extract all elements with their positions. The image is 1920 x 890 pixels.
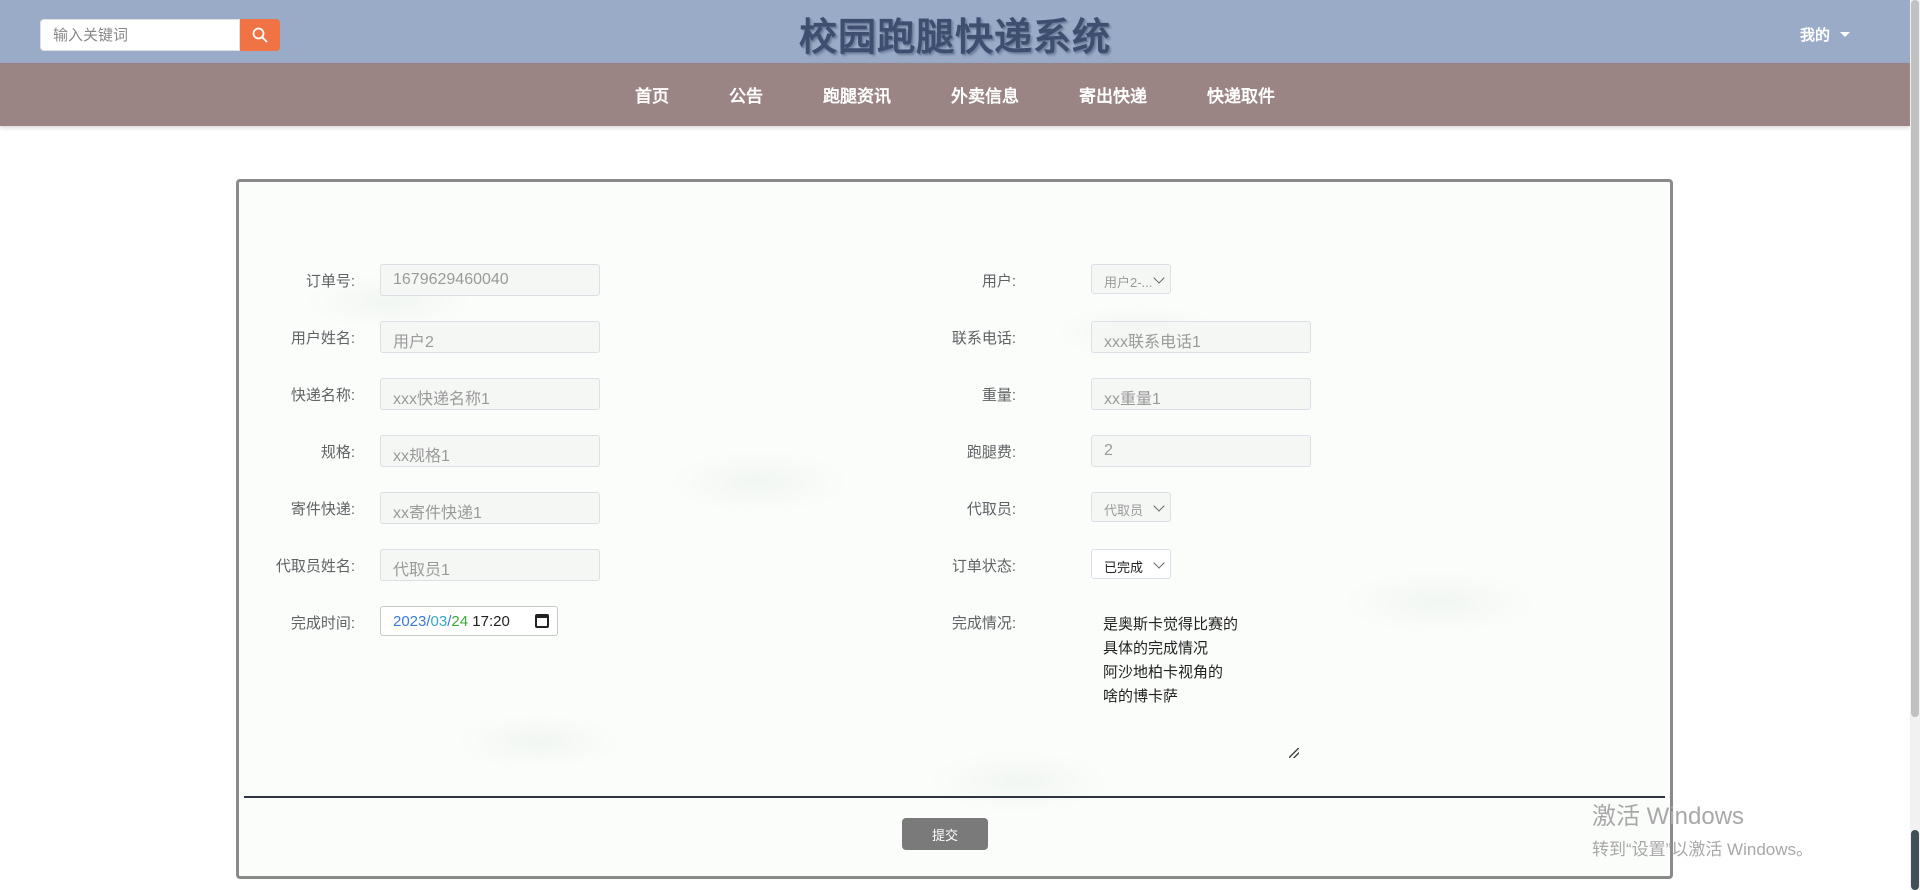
- page-scrollbar[interactable]: [1910, 0, 1920, 890]
- phone-field: 联系电话: xxx联系电话1: [939, 321, 1539, 353]
- send-express-input[interactable]: xx寄件快递1: [380, 492, 600, 524]
- finish-time-input[interactable]: 2023/03/24 17:20: [380, 606, 558, 636]
- watermark-title: 激活 Windows: [1592, 803, 1745, 830]
- finish-desc-line: 啥的博卡萨: [1103, 688, 1179, 705]
- calendar-icon[interactable]: [535, 614, 549, 628]
- chevron-down-icon: [1153, 272, 1165, 284]
- order-form-panel: 订单号: 1679629460040 用户姓名: 用户2 快递名称: xxx快递…: [236, 179, 1673, 879]
- finish-time-clock: 17:20: [472, 613, 510, 630]
- fee-field: 跑腿费: 2: [939, 435, 1539, 467]
- user-menu[interactable]: 我的: [1800, 24, 1850, 45]
- user-menu-label: 我的: [1799, 27, 1830, 44]
- nav-item-pickup-express[interactable]: 快递取件: [1207, 82, 1275, 107]
- courier-select-value: 代取员: [1104, 503, 1144, 518]
- scrollbar-thumb-lower[interactable]: [1911, 830, 1919, 890]
- courier-select[interactable]: 代取员: [1091, 492, 1171, 522]
- finish-desc-textarea[interactable]: 是奥斯卡觉得比赛的 具体的完成情况 阿沙地柏卡视角的 啥的博卡萨: [1091, 606, 1301, 760]
- scrollbar-thumb[interactable]: [1911, 0, 1919, 717]
- windows-activation-watermark: 激活 Windows 转到“设置”以激活 Windows。: [1592, 796, 1813, 860]
- nav-item-takeout[interactable]: 外卖信息: [951, 82, 1019, 107]
- submit-button[interactable]: 提交: [902, 818, 988, 850]
- finish-desc-label: 完成情况:: [951, 615, 1016, 632]
- send-express-label: 寄件快递:: [290, 501, 355, 518]
- user-select[interactable]: 用户2-...: [1091, 264, 1171, 294]
- order-status-label: 订单状态:: [951, 558, 1016, 575]
- order-no-input[interactable]: 1679629460040: [380, 264, 600, 296]
- top-header: 校园跑腿快递系统 我的: [0, 0, 1910, 63]
- user-name-field: 用户姓名: 用户2: [239, 321, 839, 353]
- user-name-input[interactable]: 用户2: [380, 321, 600, 353]
- express-name-label: 快递名称:: [290, 387, 355, 404]
- nav-item-errand-news[interactable]: 跑腿资讯: [823, 82, 891, 107]
- order-status-field: 订单状态: 已完成: [939, 549, 1539, 581]
- finish-time-day: 24: [451, 613, 469, 630]
- user-label: 用户:: [981, 273, 1016, 290]
- resize-handle-icon[interactable]: [1289, 748, 1299, 758]
- order-status-select[interactable]: 已完成: [1091, 549, 1171, 579]
- order-status-select-value: 已完成: [1104, 560, 1144, 575]
- finish-desc-line: 阿沙地柏卡视角的: [1103, 664, 1224, 681]
- weight-field: 重量: xx重量1: [939, 378, 1539, 410]
- phone-label: 联系电话:: [951, 330, 1016, 347]
- send-express-field: 寄件快递: xx寄件快递1: [239, 492, 839, 524]
- finish-time-year: 2023: [393, 613, 427, 630]
- nav-item-home[interactable]: 首页: [635, 82, 669, 107]
- courier-name-label: 代取员姓名:: [275, 558, 355, 575]
- finish-desc-field: 完成情况: 是奥斯卡觉得比赛的 具体的完成情况 阿沙地柏卡视角的 啥的博卡萨: [939, 606, 1539, 760]
- spec-input[interactable]: xx规格1: [380, 435, 600, 467]
- watermark-subtitle: 转到“设置”以激活 Windows。: [1592, 840, 1814, 859]
- phone-input[interactable]: xxx联系电话1: [1091, 321, 1311, 353]
- chevron-down-icon: [1153, 557, 1165, 569]
- user-field: 用户: 用户2-...: [939, 264, 1539, 296]
- chevron-down-icon: [1153, 500, 1165, 512]
- order-no-field: 订单号: 1679629460040: [239, 264, 839, 296]
- user-name-label: 用户姓名:: [290, 330, 355, 347]
- finish-time-label: 完成时间:: [290, 615, 355, 632]
- weight-label: 重量:: [981, 387, 1016, 404]
- weight-input[interactable]: xx重量1: [1091, 378, 1311, 410]
- courier-name-field: 代取员姓名: 代取员1: [239, 549, 839, 581]
- fee-label: 跑腿费:: [966, 444, 1016, 461]
- form-divider: [244, 796, 1665, 798]
- fee-input[interactable]: 2: [1091, 435, 1311, 467]
- finish-desc-line: 是奥斯卡觉得比赛的: [1103, 616, 1239, 633]
- courier-name-input[interactable]: 代取员1: [380, 549, 600, 581]
- main-nav: 首页 公告 跑腿资讯 外卖信息 寄出快递 快递取件: [0, 63, 1910, 126]
- spec-field: 规格: xx规格1: [239, 435, 839, 467]
- order-no-label: 订单号:: [305, 273, 355, 290]
- express-name-input[interactable]: xxx快递名称1: [380, 378, 600, 410]
- finish-time-field: 完成时间: 2023/03/24 17:20: [239, 606, 839, 638]
- nav-item-send-express[interactable]: 寄出快递: [1079, 82, 1147, 107]
- express-name-field: 快递名称: xxx快递名称1: [239, 378, 839, 410]
- finish-time-month: 03: [430, 613, 448, 630]
- site-title: 校园跑腿快递系统: [798, 15, 1111, 59]
- spec-label: 规格:: [320, 444, 355, 461]
- finish-desc-line: 具体的完成情况: [1103, 640, 1209, 657]
- nav-item-announcement[interactable]: 公告: [729, 82, 763, 107]
- caret-down-icon: [1840, 32, 1850, 37]
- courier-field: 代取员: 代取员: [939, 492, 1539, 524]
- user-select-value: 用户2-...: [1104, 275, 1153, 290]
- courier-label: 代取员:: [966, 501, 1016, 518]
